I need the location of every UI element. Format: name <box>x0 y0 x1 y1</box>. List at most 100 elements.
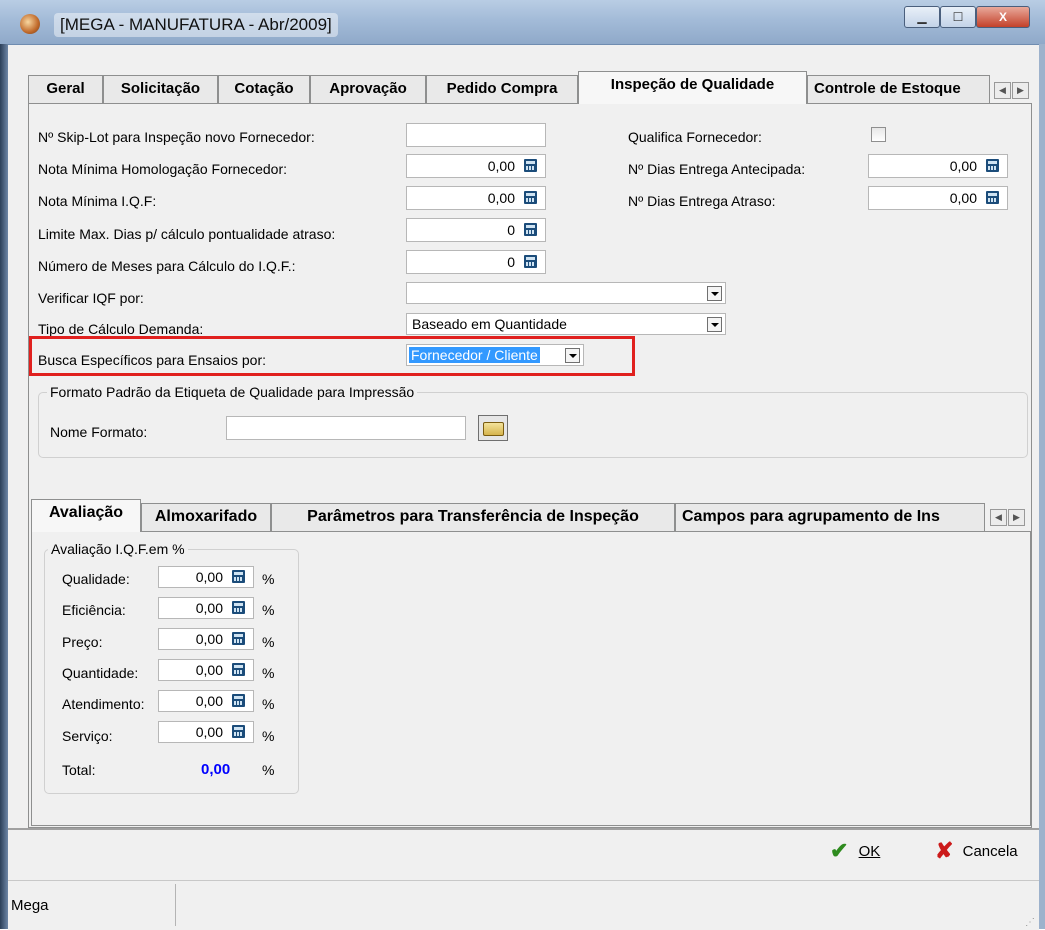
percent-label: % <box>262 665 275 681</box>
scroll-left-icon[interactable]: ◀ <box>990 509 1007 526</box>
percent-label: % <box>262 762 275 778</box>
scroll-right-icon[interactable]: ▶ <box>1012 82 1029 99</box>
tab-aprovacao[interactable]: Aprovação <box>310 75 426 103</box>
calculator-icon[interactable] <box>232 663 245 676</box>
numero-meses-label: Número de Meses para Cálculo do I.Q.F.: <box>38 258 296 274</box>
field-value: 0 <box>507 222 515 238</box>
ok-label: OK <box>858 842 881 860</box>
app-icon <box>20 14 40 34</box>
tab-label: Inspeção de Qualidade <box>610 76 775 93</box>
etiqueta-groupbox <box>38 392 1028 458</box>
etiqueta-group-title: Formato Padrão da Etiqueta de Qualidade … <box>47 384 418 400</box>
field-value: 0 <box>507 254 515 270</box>
title-bar[interactable]: [MEGA - MANUFATURA - Abr/2009] ▁ ☐ X <box>0 0 1045 45</box>
status-separator <box>175 884 176 926</box>
cancel-button[interactable]: ✘ Cancela <box>935 838 1018 866</box>
tab-label: Almoxarifado <box>154 508 258 525</box>
tab-label: Cotação <box>234 80 294 97</box>
calculator-icon[interactable] <box>232 694 245 707</box>
close-icon: X <box>998 10 1007 24</box>
resize-grip-icon[interactable]: ⋰ <box>1025 917 1035 928</box>
calculator-icon[interactable] <box>524 255 537 268</box>
maximize-button[interactable]: ☐ <box>940 6 976 28</box>
status-text: Mega <box>11 897 49 914</box>
chevron-down-icon[interactable] <box>707 286 722 301</box>
nota-homologacao-input[interactable]: 0,00 <box>406 154 546 178</box>
footer-divider <box>8 828 1039 830</box>
tab-avaliacao[interactable]: Avaliação <box>31 499 141 532</box>
dias-antecipada-input[interactable]: 0,00 <box>868 154 1008 178</box>
tab-label: Campos para agrupamento de Ins <box>682 508 940 525</box>
atendimento-input[interactable]: 0,00 <box>158 690 254 712</box>
cancel-label: Cancela <box>962 842 1018 860</box>
select-value: Baseado em Quantidade <box>412 316 567 332</box>
skip-lot-input[interactable] <box>406 123 546 147</box>
tipo-calculo-label: Tipo de Cálculo Demanda: <box>38 321 204 337</box>
tab-inspecao-qualidade[interactable]: Inspeção de Qualidade <box>578 71 807 104</box>
calculator-icon[interactable] <box>232 570 245 583</box>
numero-meses-input[interactable]: 0 <box>406 250 546 274</box>
nome-formato-label: Nome Formato: <box>50 424 148 440</box>
percent-label: % <box>262 602 275 618</box>
minimize-button[interactable]: ▁ <box>904 6 940 28</box>
qualifica-fornecedor-checkbox[interactable] <box>871 127 886 142</box>
dias-atraso-input[interactable]: 0,00 <box>868 186 1008 210</box>
preco-input[interactable]: 0,00 <box>158 628 254 650</box>
dias-antecipada-label: Nº Dias Entrega Antecipada: <box>628 161 806 177</box>
tab-campos-agrupamento[interactable]: Campos para agrupamento de Ins <box>675 503 985 531</box>
close-button[interactable]: X <box>976 6 1030 28</box>
tab-controle-estoque[interactable]: Controle de Estoque <box>807 75 990 103</box>
ok-button[interactable]: ✔ OK <box>830 838 880 866</box>
verificar-iqf-label: Verificar IQF por: <box>38 290 144 306</box>
tab-label: Pedido Compra <box>446 80 558 97</box>
nome-formato-input[interactable] <box>226 416 466 440</box>
tab-label: Geral <box>46 80 85 97</box>
quantidade-input[interactable]: 0,00 <box>158 659 254 681</box>
calculator-icon[interactable] <box>986 191 999 204</box>
window-frame-right <box>1039 44 1045 929</box>
field-value: 0,00 <box>487 190 515 206</box>
tab-parametros-transferencia[interactable]: Parâmetros para Transferência de Inspeçã… <box>271 503 675 531</box>
quantidade-label: Quantidade: <box>62 665 139 681</box>
tab-scroll-arrows: ◀ ▶ <box>994 82 1030 100</box>
calculator-icon[interactable] <box>986 159 999 172</box>
tab-pedido-compra[interactable]: Pedido Compra <box>426 75 578 103</box>
eficiencia-input[interactable]: 0,00 <box>158 597 254 619</box>
servico-input[interactable]: 0,00 <box>158 721 254 743</box>
calculator-icon[interactable] <box>524 159 537 172</box>
nota-homologacao-label: Nota Mínima Homologação Fornecedor: <box>38 161 288 177</box>
tab-cotacao[interactable]: Cotação <box>218 75 310 103</box>
tab-label: Aprovação <box>329 80 407 97</box>
status-bar: Mega ⋰ <box>8 880 1039 930</box>
qualidade-input[interactable]: 0,00 <box>158 566 254 588</box>
calculator-icon[interactable] <box>232 601 245 614</box>
calculator-icon[interactable] <box>524 223 537 236</box>
highlight-box <box>29 336 635 376</box>
scroll-left-icon[interactable]: ◀ <box>994 82 1011 99</box>
tab-almoxarifado[interactable]: Almoxarifado <box>141 503 271 531</box>
calculator-icon[interactable] <box>524 191 537 204</box>
percent-label: % <box>262 571 275 587</box>
nota-iqf-input[interactable]: 0,00 <box>406 186 546 210</box>
tab-solicitacao[interactable]: Solicitação <box>103 75 218 103</box>
calculator-icon[interactable] <box>232 632 245 645</box>
percent-label: % <box>262 728 275 744</box>
dias-atraso-label: Nº Dias Entrega Atraso: <box>628 193 776 209</box>
tab-label: Avaliação <box>48 504 124 521</box>
verificar-iqf-select[interactable] <box>406 282 726 304</box>
folder-open-icon[interactable] <box>478 415 508 441</box>
atendimento-label: Atendimento: <box>62 696 145 712</box>
field-value: 0,00 <box>195 662 223 678</box>
tab-geral[interactable]: Geral <box>28 75 103 103</box>
calculator-icon[interactable] <box>232 725 245 738</box>
qualifica-fornecedor-label: Qualifica Fornecedor: <box>628 129 762 145</box>
field-value: 0,00 <box>195 631 223 647</box>
chevron-down-icon[interactable] <box>707 317 722 332</box>
total-value: 0,00 <box>201 761 231 778</box>
servico-label: Serviço: <box>62 728 113 744</box>
field-value: 0,00 <box>487 158 515 174</box>
limite-dias-input[interactable]: 0 <box>406 218 546 242</box>
tipo-calculo-select[interactable]: Baseado em Quantidade <box>406 313 726 335</box>
minimize-icon: ▁ <box>917 10 927 24</box>
scroll-right-icon[interactable]: ▶ <box>1008 509 1025 526</box>
